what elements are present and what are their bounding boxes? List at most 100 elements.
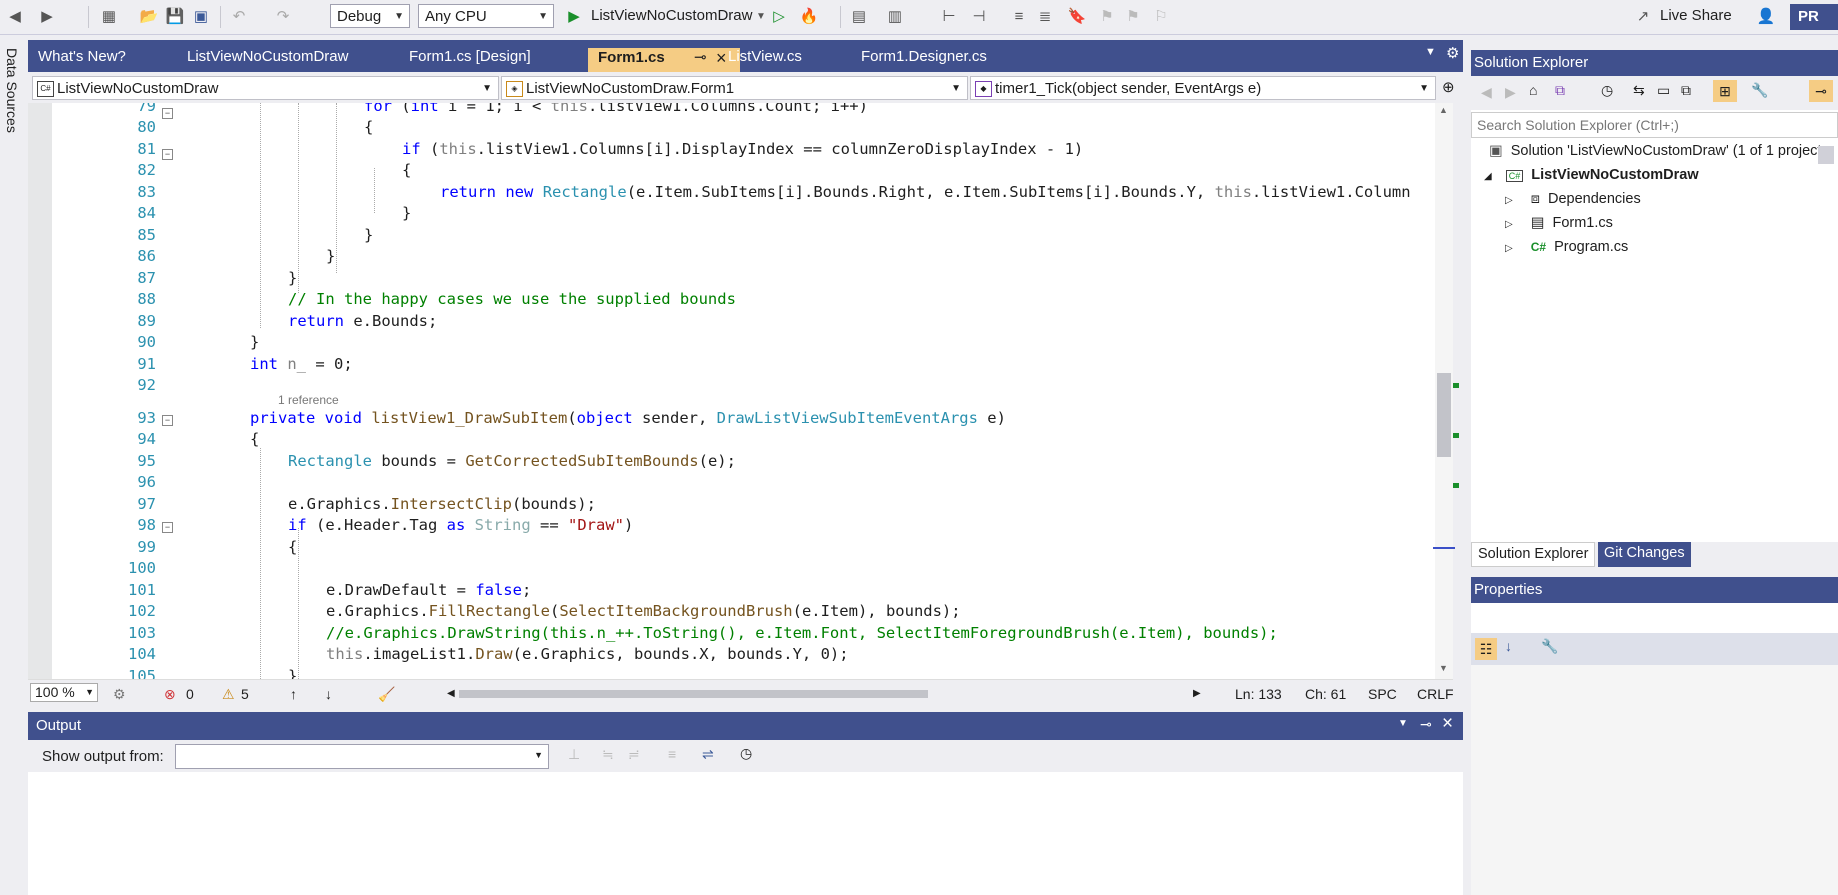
goto-prev-icon[interactable]: ≒ — [602, 746, 614, 763]
forward-icon[interactable]: ▶ — [36, 6, 58, 28]
codelens-references[interactable]: 1 reference — [278, 393, 339, 407]
scroll-thumb[interactable] — [1437, 373, 1451, 457]
tree-item-program[interactable]: ▷ C# Program.cs — [1505, 239, 1628, 255]
gear-icon[interactable]: ⚙ — [1446, 44, 1459, 62]
project-dropdown[interactable]: C# ListViewNoCustomDraw ▼ — [32, 76, 499, 100]
properties-object-select[interactable] — [1471, 603, 1838, 633]
split-icon[interactable]: ⊕ — [1442, 78, 1455, 96]
forward-icon[interactable]: ▶ — [1505, 84, 1516, 101]
scroll-left-icon[interactable]: ◀ — [447, 688, 455, 699]
live-share-icon[interactable]: ↗ — [1632, 6, 1654, 28]
pending-changes-icon[interactable]: ◷ — [1601, 82, 1613, 99]
pin-icon[interactable]: ⊸ — [1809, 80, 1833, 102]
tab-solution-explorer[interactable]: Solution Explorer — [1471, 542, 1596, 567]
scroll-right-icon[interactable]: ▶ — [1193, 688, 1201, 699]
new-project-icon[interactable]: ▦ — [98, 6, 120, 28]
collapse-all-icon[interactable]: ▭ — [1657, 82, 1670, 99]
config-select[interactable]: Debug ▼ — [330, 4, 410, 28]
tab-form1-design[interactable]: Form1.cs [Design] — [399, 47, 611, 72]
properties-icon[interactable]: 🔧 — [1751, 82, 1768, 99]
bookmark-prev-icon[interactable]: ⚑ — [1096, 6, 1118, 28]
tab-whats-new[interactable]: What's New? — [28, 47, 178, 72]
outdent-icon[interactable]: ≣ — [1034, 6, 1056, 28]
bookmark-icon[interactable]: 🔖 — [1066, 6, 1088, 28]
tab-git-changes[interactable]: Git Changes — [1598, 542, 1691, 567]
warning-count[interactable]: 5 — [241, 686, 249, 702]
tab-overflow-icon[interactable]: ▼ — [1425, 46, 1436, 58]
align-right-icon[interactable]: ⊣ — [968, 6, 990, 28]
panel-splitter[interactable] — [1463, 40, 1471, 895]
back-icon[interactable]: ◀ — [4, 6, 26, 28]
tree-item-dependencies[interactable]: ▷ ⧈ Dependencies — [1505, 191, 1641, 207]
editor-vertical-scrollbar[interactable]: ▲ ▼ — [1433, 103, 1459, 679]
health-icon[interactable]: ⚙ — [113, 686, 126, 703]
error-icon[interactable]: ⊗ — [164, 686, 176, 703]
layout-icon[interactable]: ▥ — [884, 6, 906, 28]
tab-listview-cs[interactable]: ListView.cs — [718, 47, 854, 72]
window-menu-icon[interactable]: ▼ — [1398, 718, 1408, 729]
word-wrap-icon[interactable]: ⇌ — [702, 746, 714, 763]
project-node[interactable]: ◢ C# ListViewNoCustomDraw — [1484, 167, 1699, 183]
alphabetical-icon[interactable]: ↓ — [1505, 638, 1512, 654]
pin-icon[interactable]: ⊸ — [694, 48, 707, 68]
solution-node[interactable]: ▣ Solution 'ListViewNoCustomDraw' (1 of … — [1489, 143, 1821, 159]
redo-icon[interactable]: ↷ — [272, 6, 294, 28]
fold-toggle[interactable]: − — [162, 522, 173, 533]
close-icon[interactable]: × — [1442, 713, 1453, 735]
categorized-icon[interactable]: ☷ — [1475, 638, 1497, 660]
live-share-button[interactable]: Live Share — [1660, 7, 1732, 24]
start-without-debug-icon[interactable]: ▷ — [768, 6, 790, 28]
scroll-down-icon[interactable]: ▼ — [1439, 663, 1448, 673]
find-icon[interactable]: ⊥ — [568, 746, 580, 763]
preview-icon[interactable]: ⊞ — [1713, 80, 1737, 102]
data-sources-tab[interactable]: Data Sources — [4, 48, 20, 133]
bookmark-clear-icon[interactable]: ⚐ — [1150, 6, 1172, 28]
open-icon[interactable]: 📂 — [138, 6, 160, 28]
line-indicator[interactable]: Ln: 133 — [1235, 686, 1282, 702]
member-dropdown[interactable]: ◆ timer1_Tick(object sender, EventArgs e… — [970, 76, 1436, 100]
clear-all-icon[interactable]: ≡ — [668, 746, 676, 762]
column-indicator[interactable]: Ch: 61 — [1305, 686, 1346, 702]
clock-icon[interactable]: ◷ — [740, 745, 752, 762]
tree-item-form1[interactable]: ▷ ▤ Form1.cs — [1505, 215, 1613, 231]
home-icon[interactable]: ⌂ — [1529, 82, 1537, 98]
fold-toggle[interactable]: − — [162, 415, 173, 426]
align-icon[interactable]: ⊢ — [938, 6, 960, 28]
scroll-up-icon[interactable]: ▲ — [1439, 105, 1448, 115]
hot-reload-icon[interactable]: 🔥 — [798, 6, 820, 28]
startup-project-label[interactable]: ListViewNoCustomDraw — [591, 7, 752, 24]
line-ending-indicator[interactable]: CRLF — [1417, 686, 1454, 702]
solution-search-input[interactable]: Search Solution Explorer (Ctrl+;) — [1471, 112, 1838, 138]
undo-icon[interactable]: ↶ — [228, 6, 250, 28]
bookmark-next-icon[interactable]: ⚑ — [1122, 6, 1144, 28]
warning-icon[interactable]: ⚠ — [222, 686, 235, 703]
indent-icon[interactable]: ≡ — [1008, 6, 1030, 28]
zoom-select[interactable]: 100 % ▼ — [30, 683, 98, 702]
tab-form1-designer[interactable]: Form1.Designer.cs — [851, 47, 1061, 72]
save-icon[interactable]: 💾 — [164, 6, 186, 28]
start-icon[interactable]: ▶ — [563, 6, 585, 28]
fold-toggle[interactable]: − — [162, 108, 173, 119]
fold-toggle[interactable]: − — [162, 149, 173, 160]
save-all-icon[interactable]: ▣ — [190, 6, 212, 28]
cleanup-icon[interactable]: 🧹 — [378, 686, 395, 703]
platform-select[interactable]: Any CPU ▼ — [418, 4, 554, 28]
feedback-icon[interactable]: 👤 — [1755, 6, 1777, 28]
tab-listview-project[interactable]: ListViewNoCustomDraw — [177, 47, 397, 72]
goto-next-icon[interactable]: ≓ — [628, 746, 640, 763]
property-pages-icon[interactable]: 🔧 — [1541, 638, 1558, 655]
output-text-area[interactable] — [28, 772, 1463, 895]
previous-issue-icon[interactable]: ↑ — [290, 686, 297, 702]
show-all-files-icon[interactable]: ⧉ — [1681, 82, 1691, 99]
code-editor[interactable]: 79 80 81 82 83 84 85 86 87 88 89 90 91 92 93 94 95 96 97 98… — [28, 103, 1435, 679]
error-count[interactable]: 0 — [186, 686, 194, 702]
pin-icon[interactable]: ⊸ — [1420, 716, 1432, 733]
se-scroll-thumb[interactable] — [1818, 146, 1834, 164]
output-source-select[interactable]: ▼ — [175, 744, 549, 769]
horizontal-scroll-thumb[interactable] — [459, 690, 928, 698]
sync-icon[interactable]: ⇆ — [1633, 82, 1645, 99]
back-icon[interactable]: ◀ — [1481, 84, 1492, 101]
whitespace-indicator[interactable]: SPC — [1368, 686, 1397, 702]
next-issue-icon[interactable]: ↓ — [325, 686, 332, 702]
account-badge[interactable]: PR — [1790, 4, 1838, 30]
